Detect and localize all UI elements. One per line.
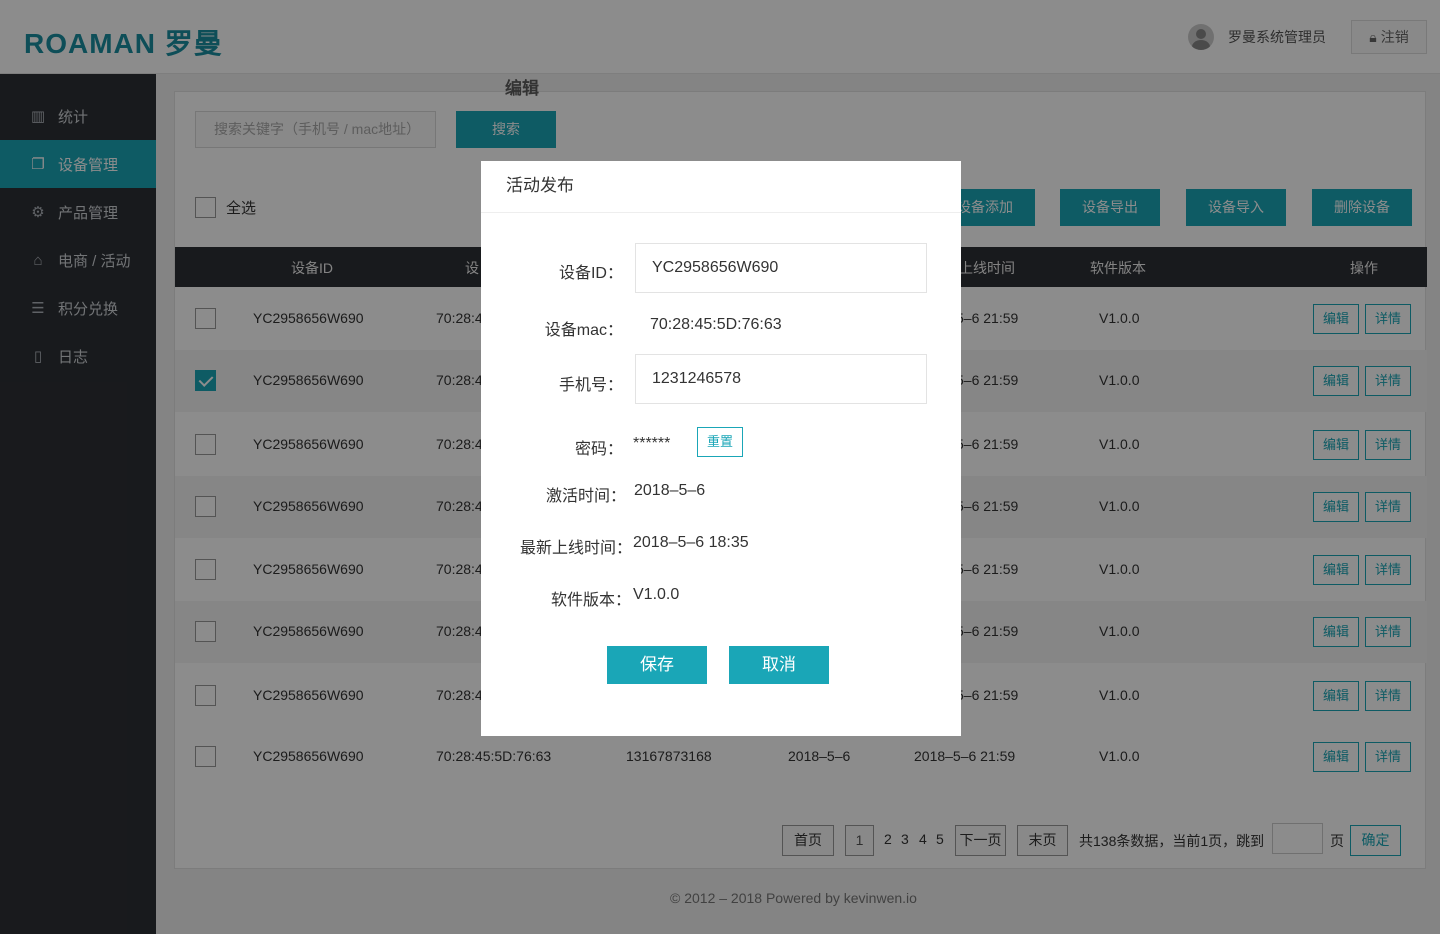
device-id-field[interactable]: YC2958656W690 bbox=[635, 243, 927, 293]
floating-edit-label: 编辑 bbox=[505, 79, 539, 98]
online-value: 2018–5–6 18:35 bbox=[633, 534, 749, 551]
online-row: 最新上线时间： 2018–5–6 18:35 bbox=[481, 534, 961, 557]
mac-row: 设备mac： 70:28:45:5D:76:63 bbox=[481, 316, 961, 339]
modal-title: 活动发布 bbox=[481, 161, 961, 213]
version-value: V1.0.0 bbox=[633, 586, 680, 603]
mac-value: 70:28:45:5D:76:63 bbox=[650, 316, 782, 333]
device-id-label: 设备ID： bbox=[558, 265, 623, 282]
password-label: 密码： bbox=[574, 441, 623, 458]
save-button[interactable]: 保存 bbox=[607, 646, 707, 684]
phone-label: 手机号： bbox=[558, 377, 623, 394]
activated-value: 2018–5–6 bbox=[634, 482, 706, 499]
activated-label: 激活时间： bbox=[545, 488, 626, 505]
reset-password-button[interactable]: 重置 bbox=[697, 427, 743, 457]
password-value: ****** bbox=[633, 435, 671, 452]
online-label: 最新上线时间： bbox=[519, 540, 632, 557]
activated-row: 激活时间： 2018–5–6 bbox=[481, 482, 961, 505]
phone-field[interactable]: 1231246578 bbox=[635, 354, 927, 404]
mac-label: 设备mac： bbox=[544, 322, 623, 339]
version-row: 软件版本： V1.0.0 bbox=[481, 586, 961, 609]
cancel-button[interactable]: 取消 bbox=[729, 646, 829, 684]
version-label: 软件版本： bbox=[550, 592, 631, 609]
activity-publish-modal: 活动发布 设备ID： YC2958656W690 设备mac： 70:28:45… bbox=[481, 161, 961, 736]
